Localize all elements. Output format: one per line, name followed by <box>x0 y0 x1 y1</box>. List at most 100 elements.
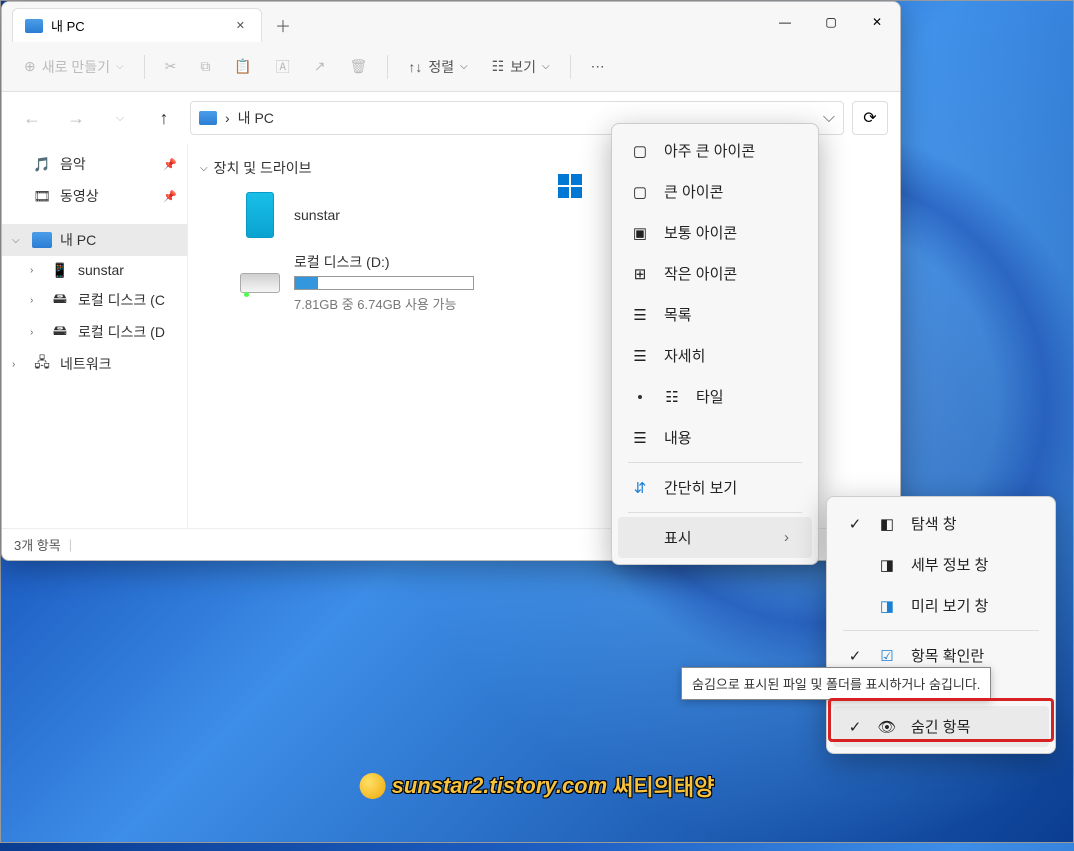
cut-button[interactable]: ✂ <box>155 52 187 81</box>
disk-icon: 🖴 <box>50 324 70 340</box>
watermark-title: 써티의태양 <box>613 770 714 802</box>
chevron-right-icon: › <box>784 529 798 546</box>
chevron-right-icon[interactable]: › <box>30 295 42 306</box>
recent-button[interactable]: ⌵ <box>102 100 138 136</box>
up-button[interactable]: ↑ <box>146 100 182 136</box>
menu-separator <box>628 462 802 463</box>
crumb-sep: › <box>225 110 230 126</box>
crumb-thispc[interactable]: 내 PC <box>238 108 274 128</box>
sidebar-item-videos[interactable]: 🎞 동영상 📌 <box>2 180 187 212</box>
back-button[interactable]: ← <box>14 100 50 136</box>
checkbox-icon: ☑ <box>879 647 895 665</box>
chevron-down-icon: ⌵ <box>116 61 124 72</box>
new-button[interactable]: ⊕ 새로 만들기 ⌵ <box>14 51 134 83</box>
blank-icon: ▢ <box>632 142 648 160</box>
share-icon: ↗ <box>314 58 326 75</box>
sidebar-item-music[interactable]: 🎵 음악 📌 <box>2 148 187 180</box>
menu-item-content[interactable]: ☰ 내용 <box>618 417 812 458</box>
tab-thispc[interactable]: 내 PC ✕ <box>12 8 262 42</box>
separator <box>144 55 145 79</box>
copy-button[interactable]: ⧉ <box>190 52 220 81</box>
view-button[interactable]: ☷ 보기 ⌵ <box>482 51 560 83</box>
close-button[interactable]: ✕ <box>854 6 900 38</box>
chevron-down-icon: ⌵ <box>542 61 550 72</box>
blank-icon: ▢ <box>632 183 648 201</box>
maximize-button[interactable]: ▢ <box>808 6 854 38</box>
chevron-right-icon[interactable]: › <box>12 359 24 370</box>
menu-item-medium-icons[interactable]: ▣ 보통 아이콘 <box>618 212 812 253</box>
network-icon: 🖧 <box>32 356 52 372</box>
bullet-icon <box>632 395 648 399</box>
menu-item-nav-pane[interactable]: ✓ ◧ 탐색 창 <box>833 503 1049 544</box>
separator <box>570 55 571 79</box>
group-label: 장치 및 드라이브 <box>214 158 312 178</box>
details-icon: ☰ <box>632 347 648 365</box>
new-tab-button[interactable]: ＋ <box>266 8 300 42</box>
plus-circle-icon: ⊕ <box>24 58 36 75</box>
sidebar-item-diskd[interactable]: › 🖴 로컬 디스크 (D <box>2 316 187 348</box>
separator <box>387 55 388 79</box>
menu-item-details-pane[interactable]: ◨ 세부 정보 창 <box>833 544 1049 585</box>
forward-button[interactable]: → <box>58 100 94 136</box>
menu-item-compact[interactable]: ⇵ 간단히 보기 <box>618 467 812 508</box>
thispc-icon <box>25 19 43 33</box>
watermark-url: sunstar2.tistory.com <box>392 773 608 799</box>
delete-button[interactable]: 🗑 <box>340 52 378 81</box>
menu-item-show[interactable]: 표시 › <box>618 517 812 558</box>
sort-button[interactable]: ↑↓ 정렬 ⌵ <box>398 51 477 83</box>
menu-item-large-icons[interactable]: ▢ 큰 아이콘 <box>618 171 812 212</box>
pin-icon[interactable]: 📌 <box>163 190 177 203</box>
copy-icon: ⧉ <box>200 58 210 75</box>
tiles-icon: ☷ <box>664 388 680 406</box>
sidebar-item-thispc[interactable]: ⌵ 내 PC <box>2 224 187 256</box>
video-icon: 🎞 <box>32 188 52 204</box>
view-icon: ☷ <box>492 58 505 75</box>
item-label: sunstar <box>294 207 340 223</box>
item-count: 3개 항목 <box>14 535 61 554</box>
menu-item-small-icons[interactable]: ⊞ 작은 아이콘 <box>618 253 812 294</box>
menu-item-list[interactable]: ☰ 목록 <box>618 294 812 335</box>
compact-icon: ⇵ <box>632 479 648 497</box>
menu-item-hidden-items[interactable]: ✓ 👁 숨긴 항목 <box>833 706 1049 747</box>
clipboard-icon: 📋 <box>234 58 251 75</box>
music-icon: 🎵 <box>32 156 52 172</box>
pin-icon[interactable]: 📌 <box>163 158 177 171</box>
chevron-down-icon[interactable]: ⌵ <box>200 163 208 174</box>
chevron-right-icon[interactable]: › <box>30 265 42 276</box>
new-button-label: 새로 만들기 <box>42 57 110 77</box>
sort-label: 정렬 <box>428 57 454 77</box>
sidebar-item-diskc[interactable]: › 🖴 로컬 디스크 (C <box>2 284 187 316</box>
share-button[interactable]: ↗ <box>304 52 336 81</box>
sidebar-item-network[interactable]: › 🖧 네트워크 <box>2 348 187 380</box>
titlebar: 내 PC ✕ ＋ — ▢ ✕ <box>2 2 900 42</box>
more-button[interactable]: ⋯ <box>581 52 615 81</box>
menu-item-extralarge-icons[interactable]: ▢ 아주 큰 아이콘 <box>618 130 812 171</box>
chevron-right-icon[interactable]: › <box>30 327 42 338</box>
scissors-icon: ✂ <box>165 58 177 75</box>
tooltip-hidden-items: 숨김으로 표시된 파일 및 폴더를 표시하거나 숨깁니다. <box>681 667 991 700</box>
panel-left-icon: ◧ <box>879 515 895 533</box>
refresh-button[interactable]: ⟳ <box>852 101 888 135</box>
menu-item-tiles[interactable]: ☷ 타일 <box>618 376 812 417</box>
more-icon: ⋯ <box>591 58 605 75</box>
window-controls: — ▢ ✕ <box>762 6 900 38</box>
item-local-disk-c[interactable] <box>558 174 590 206</box>
rename-button[interactable]: 🄰 <box>266 51 300 83</box>
smiley-icon <box>360 773 386 799</box>
menu-item-preview-pane[interactable]: ◨ 미리 보기 창 <box>833 585 1049 626</box>
phone-icon <box>246 192 274 238</box>
panel-right-icon: ◨ <box>879 556 895 574</box>
chevron-down-icon[interactable]: ⌵ <box>12 235 24 246</box>
sidebar: 🎵 음악 📌 🎞 동영상 📌 ⌵ 내 PC › 📱 sunstar <box>2 144 188 528</box>
paste-button[interactable]: 📋 <box>224 52 261 81</box>
menu-item-details[interactable]: ☰ 자세히 <box>618 335 812 376</box>
minimize-button[interactable]: — <box>762 6 808 38</box>
disk-icon <box>240 273 280 293</box>
view-label: 보기 <box>510 57 536 77</box>
sidebar-item-sunstar[interactable]: › 📱 sunstar <box>2 256 187 284</box>
close-tab-icon[interactable]: ✕ <box>232 17 249 34</box>
check-icon: ✓ <box>847 718 863 736</box>
chevron-down-icon[interactable]: ⌵ <box>823 109 835 127</box>
thispc-icon <box>32 232 52 248</box>
blank-icon: ▣ <box>632 224 648 242</box>
